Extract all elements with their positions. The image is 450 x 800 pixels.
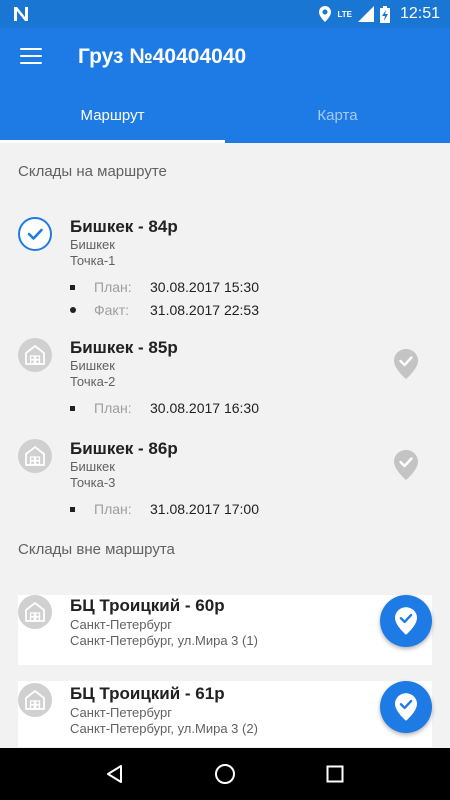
warehouse-city: Бишкек [70,459,115,474]
clock: 12:51 [399,5,440,22]
recents-square-icon[interactable] [315,754,355,794]
tab-route[interactable]: Маршрут [0,88,225,143]
plan-value: 31.08.2017 17:00 [150,501,259,517]
warehouse-title: Бишкек - 86р [70,439,178,458]
fact-bullet [70,307,76,313]
page-title: Груз №40404040 [78,45,247,68]
warehouse-city: Бишкек [70,237,115,252]
plan-label: План: [94,501,132,517]
back-triangle-icon[interactable] [95,754,135,794]
location-check-icon[interactable] [394,450,418,480]
warehouse-title: Бишкек - 84р [70,217,178,236]
warehouse-title: БЦ Троицкий - 60р [70,596,225,615]
route-section-title: Склады на маршруте [18,163,167,180]
warehouse-title: БЦ Троицкий - 61р [70,684,225,703]
route-content[interactable]: Склады на маршруте Бишкек - 84р Бишкек Т… [0,143,450,747]
off-route-section-title: Склады вне маршрута [18,541,175,558]
location-check-icon [395,693,417,721]
warehouse-address: Санкт-Петербург, ул.Мира 3 (1) [70,633,258,648]
plan-bullet [70,507,75,512]
location-icon [319,6,332,22]
warehouse-icon [18,683,52,717]
fact-label: Факт: [94,302,130,318]
location-check-icon [395,607,417,635]
app-bar: Груз №40404040 [0,28,450,88]
warehouse-icon [18,338,52,372]
check-circle-icon [18,217,52,251]
location-check-icon[interactable] [394,349,418,379]
hamburger-menu-icon[interactable] [20,48,42,66]
warehouse-icon [18,595,52,629]
plan-bullet [70,285,75,290]
plan-label: План: [94,400,132,416]
home-circle-icon[interactable] [205,754,245,794]
plan-label: План: [94,279,132,295]
n-logo-icon [14,7,28,21]
plan-value: 30.08.2017 16:30 [150,400,259,416]
add-to-route-button[interactable] [380,595,432,647]
tab-map[interactable]: Карта [225,88,450,143]
warehouse-city: Санкт-Петербург [70,705,172,720]
system-nav-bar [0,748,450,800]
warehouse-title: Бишкек - 85р [70,338,178,357]
tab-bar: Маршрут Карта [0,88,450,143]
warehouse-point: Точка-1 [70,253,116,268]
status-bar: LTE 12:51 [0,0,450,28]
signal-icon [357,6,374,22]
warehouse-city: Санкт-Петербург [70,617,172,632]
fact-value: 31.08.2017 22:53 [150,302,259,318]
lte-label: LTE [337,9,352,19]
plan-value: 30.08.2017 15:30 [150,279,259,295]
battery-charging-icon [379,5,390,23]
warehouse-point: Точка-2 [70,374,116,389]
plan-bullet [70,406,75,411]
warehouse-point: Точка-3 [70,475,116,490]
warehouse-icon [18,439,52,473]
warehouse-city: Бишкек [70,358,115,373]
add-to-route-button[interactable] [380,681,432,733]
warehouse-address: Санкт-Петербург, ул.Мира 3 (2) [70,721,258,736]
